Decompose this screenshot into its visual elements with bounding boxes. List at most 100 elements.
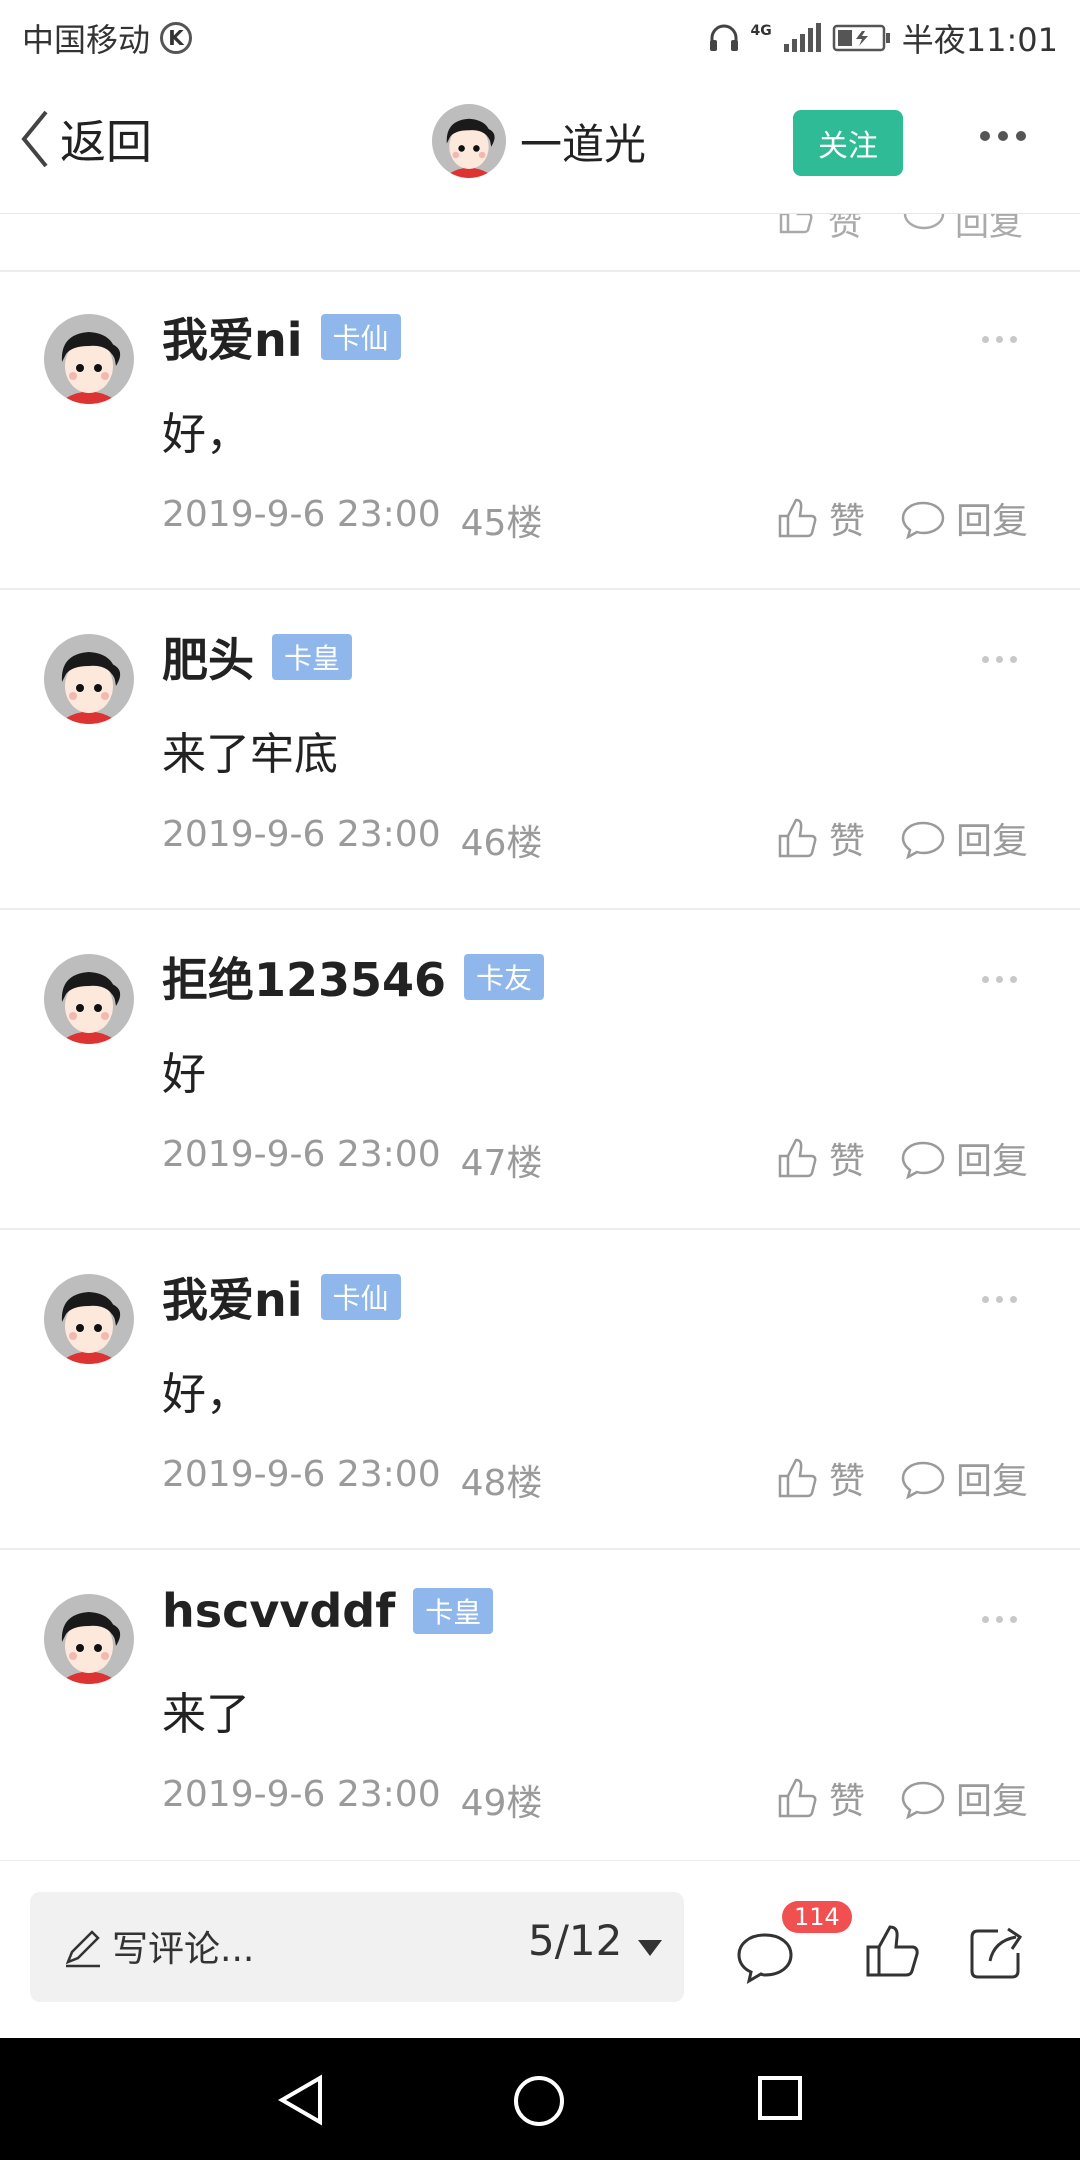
comment-more-button[interactable] [982,1616,1017,1623]
like-label: 赞 [829,501,866,542]
commenter-avatar[interactable] [44,1274,134,1364]
thumbs-up-icon [778,498,817,538]
like-label: 赞 [829,1141,866,1182]
comment-more-button[interactable] [982,656,1017,663]
signal-icon [783,23,821,52]
reply-label[interactable]: 回复 [955,214,1023,245]
comment-meta: 2019-9-6 23:00 49楼 [162,1774,542,1826]
name-line: 肥头 卡皇 [162,624,353,690]
reply-button[interactable]: 回复 [900,1132,1028,1184]
reply-button[interactable]: 回复 [900,1772,1028,1824]
comment-count-badge: 114 [782,1901,852,1933]
reply-label: 回复 [956,1781,1029,1822]
thumbs-up-icon [778,1458,817,1498]
write-comment-input[interactable]: 写评论... 5/12 [30,1892,684,2002]
comment-time: 2019-9-6 23:00 [162,1774,441,1815]
comment-more-button[interactable] [982,1296,1017,1303]
pencil-icon [65,1930,100,1968]
dot [1010,1616,1017,1623]
comment-bubble-icon [901,1141,945,1179]
commenter-name[interactable]: 我爱ni [162,1264,303,1330]
reply-button[interactable]: 回复 [900,812,1028,864]
dot [982,1616,989,1623]
dot [982,336,989,343]
like-label[interactable]: 赞 [828,214,862,245]
avatar-icon [44,1274,134,1364]
comment-item: 拒绝123546 卡友 好 2019-9-6 23:00 47楼 赞 回复 [0,910,1080,1230]
commenter-name[interactable]: 肥头 [162,624,254,690]
like-button[interactable]: 赞 [775,812,865,864]
back-triangle-icon[interactable] [276,2074,326,2126]
like-button[interactable]: 赞 [775,1772,865,1824]
thumbs-up-icon [778,1138,817,1178]
thumbs-up-icon[interactable] [862,1921,922,1981]
comment-time: 2019-9-6 23:00 [162,494,441,535]
author-avatar[interactable] [432,104,506,178]
status-left: 中国移动 K [22,15,193,61]
avatar-icon [44,954,134,1044]
reply-button[interactable]: 回复 [900,1452,1028,1504]
comment-text: 好， [162,409,250,460]
thumbs-up-icon [778,1778,817,1818]
comment-bubble-icon [901,1461,945,1499]
page-indicator[interactable]: 5/12 [528,1916,622,1965]
dot [1016,131,1026,141]
carrier-badge: K [160,22,193,54]
author-info[interactable]: 一道光 [432,104,646,178]
home-circle-icon[interactable] [512,2074,566,2128]
commenter-avatar[interactable] [44,1594,134,1684]
comment-icon[interactable] [735,1929,795,1985]
comment-time: 2019-9-6 23:00 [162,1454,441,1495]
like-button[interactable]: 赞 [775,1132,865,1184]
comment-item: 肥头 卡皇 来了牢底 2019-9-6 23:00 46楼 赞 回复 [0,590,1080,910]
comment-bubble-icon [901,501,945,539]
back-label: 返回 [60,115,152,169]
floor-number: 49楼 [460,1783,543,1824]
dot [980,131,990,141]
follow-button[interactable]: 关注 [793,110,903,176]
avatar-icon [432,104,506,178]
status-bar: 中国移动 K 4G 半夜11:01 [0,0,1080,76]
comment-time: 2019-9-6 23:00 [162,1134,441,1175]
commenter-avatar[interactable] [44,314,134,404]
comment-more-button[interactable] [982,976,1017,983]
back-button[interactable]: 返回 [20,106,152,172]
recents-square-icon[interactable] [756,2074,804,2122]
network-type: 4G [750,23,772,39]
comment-item: 我爱ni 卡仙 好， 2019-9-6 23:00 48楼 赞 回复 [0,1230,1080,1550]
dot [1010,656,1017,663]
comment-meta: 2019-9-6 23:00 46楼 [162,814,542,866]
floor-number: 46楼 [460,823,543,864]
comment-meta: 2019-9-6 23:00 47楼 [162,1134,542,1186]
commenter-name[interactable]: 我爱ni [162,304,303,370]
comment-bubble-icon[interactable] [902,214,946,236]
system-nav-bar [0,2038,1080,2160]
level-badge: 卡友 [464,954,545,1000]
bottom-bar: 写评论... 5/12 114 [0,1860,1080,2039]
share-icon[interactable] [968,1923,1026,1981]
dot [998,131,1008,141]
clock: 半夜11:01 [901,21,1058,59]
thumbs-up-icon[interactable] [775,214,815,236]
write-comment-placeholder: 写评论... [112,1929,255,1970]
dot [1010,336,1017,343]
like-button[interactable]: 赞 [775,492,865,544]
reply-label: 回复 [956,501,1029,542]
commenter-avatar[interactable] [44,954,134,1044]
author-name[interactable]: 一道光 [520,111,646,172]
avatar-icon [44,1594,134,1684]
comment-bubble-icon [901,1781,945,1819]
like-button[interactable]: 赞 [775,1452,865,1504]
comment-meta: 2019-9-6 23:00 48楼 [162,1454,542,1506]
dot [982,656,989,663]
reply-button[interactable]: 回复 [900,492,1028,544]
caret-down-icon[interactable] [638,1940,662,1956]
floor-number: 48楼 [460,1463,543,1504]
commenter-avatar[interactable] [44,634,134,724]
commenter-name[interactable]: hscvvddf [162,1584,395,1638]
commenter-name[interactable]: 拒绝123546 [162,944,446,1010]
more-options-button[interactable] [980,131,1026,141]
like-label: 赞 [829,1461,866,1502]
floor-number: 45楼 [460,503,543,544]
comment-more-button[interactable] [982,336,1017,343]
